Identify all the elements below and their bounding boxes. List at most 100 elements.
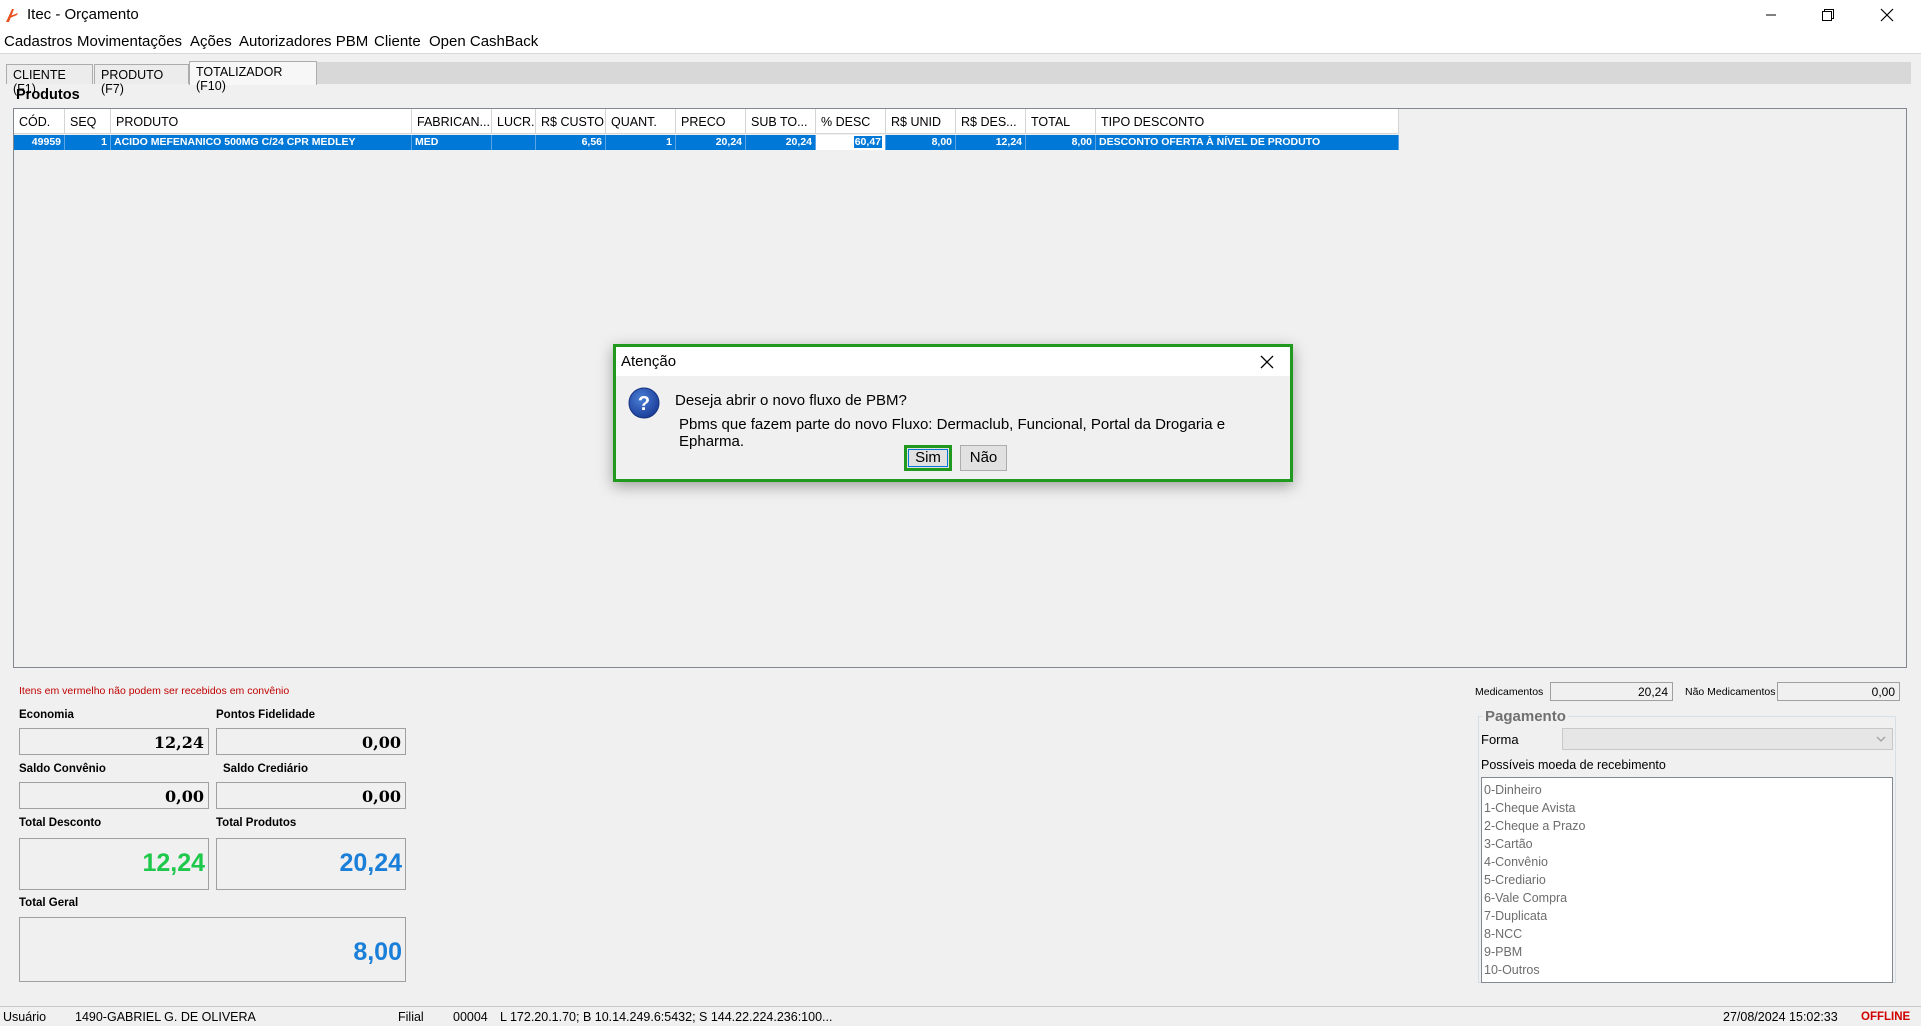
col-lucro[interactable]: LUCR. [492, 109, 536, 134]
nao-medicamentos-field: 0,00 [1777, 682, 1900, 701]
cell-preco: 20,24 [676, 135, 746, 150]
cell-subtotal: 20,24 [746, 135, 816, 150]
tab-strip-background [317, 62, 1911, 84]
pbm-dialog: Atenção ? Deseja abrir o novo fluxo de P… [613, 344, 1293, 482]
minimize-button[interactable] [1742, 0, 1799, 30]
cell-seq: 1 [65, 135, 111, 150]
usuario-label: Usuário [3, 1010, 47, 1024]
cell-quant: 1 [606, 135, 676, 150]
list-item[interactable]: 9-PBM [1484, 943, 1892, 961]
col-tipo-desconto[interactable]: TIPO DESCONTO [1096, 109, 1399, 134]
dialog-message: Deseja abrir o novo fluxo de PBM? [675, 392, 907, 409]
menu-cadastros[interactable]: Cadastros [4, 33, 72, 50]
list-item[interactable]: 2-Cheque a Prazo [1484, 817, 1892, 835]
list-item[interactable]: 5-Crediario [1484, 871, 1892, 889]
total-desconto-field: 12,24 [19, 838, 209, 890]
tab-produto[interactable]: PRODUTO (F7) [94, 64, 189, 96]
filial-label: Filial [398, 1010, 424, 1024]
col-fabricante[interactable]: FABRICAN... [412, 109, 492, 134]
col-seq[interactable]: SEQ [65, 109, 111, 134]
cell-total: 8,00 [1026, 135, 1096, 150]
menu-open-cashback[interactable]: Open CashBack [429, 33, 538, 50]
col-desc-pct[interactable]: % DESC [816, 109, 886, 134]
close-icon [1880, 8, 1893, 22]
list-item[interactable]: 8-NCC [1484, 925, 1892, 943]
title-bar: Itec - Orçamento [0, 0, 1921, 30]
pontos-fidelidade-label: Pontos Fidelidade [216, 709, 316, 721]
close-window-button[interactable] [1858, 0, 1915, 30]
status-bar: Usuário 1490-GABRIEL G. DE OLIVERA Filia… [0, 1006, 1921, 1026]
tab-cliente[interactable]: CLIENTE (F1) [6, 64, 93, 96]
col-produto[interactable]: PRODUTO [111, 109, 412, 134]
list-item[interactable]: 0-Dinheiro [1484, 781, 1892, 799]
saldo-crediario-field: 0,00 [216, 782, 406, 809]
offline-status: OFFLINE [1861, 1011, 1911, 1023]
cell-desc-pct-editor[interactable]: 60,47 [816, 135, 886, 150]
forma-label: Forma [1481, 732, 1519, 747]
list-item[interactable]: 3-Cartão [1484, 835, 1892, 853]
dialog-title-bar: Atenção [616, 347, 1290, 376]
window-title: Itec - Orçamento [27, 6, 139, 23]
economia-field: 12,24 [19, 728, 209, 755]
medicamentos-label: Medicamentos [1475, 686, 1544, 698]
total-geral-field: 8,00 [19, 917, 406, 982]
table-row[interactable]: 49959 1 ACIDO MEFENANICO 500MG C/24 CPR … [14, 135, 1399, 150]
list-item[interactable]: 7-Duplicata [1484, 907, 1892, 925]
cell-fabricante: MED [412, 135, 492, 150]
cell-cod: 49959 [14, 135, 65, 150]
total-desconto-label: Total Desconto [19, 817, 102, 829]
list-item[interactable]: 1-Cheque Avista [1484, 799, 1892, 817]
col-quant[interactable]: QUANT. [606, 109, 676, 134]
economia-label: Economia [19, 709, 74, 721]
question-icon: ? [628, 387, 660, 419]
total-geral-label: Total Geral [19, 897, 79, 909]
cell-desc-pct-value: 60,47 [853, 136, 882, 148]
col-total[interactable]: TOTAL [1026, 109, 1096, 134]
list-item[interactable]: 6-Vale Compra [1484, 889, 1892, 907]
filial-value: 00004 [453, 1010, 488, 1024]
pontos-fidelidade-field: 0,00 [216, 728, 406, 755]
minimize-icon [1765, 14, 1776, 16]
dialog-title: Atenção [621, 353, 677, 370]
menu-acoes[interactable]: Ações [190, 33, 232, 50]
tab-totalizador[interactable]: TOTALIZADOR (F10) [189, 61, 317, 93]
datetime: 27/08/2024 15:02:33 [1723, 1010, 1838, 1024]
medicamentos-field: 20,24 [1550, 682, 1673, 701]
col-desconto[interactable]: R$ DES... [956, 109, 1026, 134]
restore-button[interactable] [1799, 0, 1856, 30]
moedas-list[interactable]: 0-Dinheiro 1-Cheque Avista 2-Cheque a Pr… [1481, 777, 1893, 983]
col-cod[interactable]: CÓD. [14, 109, 65, 134]
convenio-warning: Itens em vermelho não podem ser recebido… [19, 685, 290, 697]
col-unid[interactable]: R$ UNID [886, 109, 956, 134]
forma-select[interactable] [1562, 728, 1893, 750]
itec-logo-icon [6, 9, 18, 22]
menu-bar: Cadastros Movimentações Ações Autorizado… [0, 30, 1921, 54]
pagamento-title: Pagamento [1483, 708, 1568, 725]
cell-unid: 8,00 [886, 135, 956, 150]
nao-medicamentos-label: Não Medicamentos [1685, 686, 1776, 698]
cell-lucro [492, 135, 536, 150]
cell-desconto: 12,24 [956, 135, 1026, 150]
saldo-crediario-label: Saldo Crediário [223, 763, 308, 775]
nao-button[interactable]: Não [960, 445, 1007, 471]
menu-autorizadores-pbm[interactable]: Autorizadores PBM [239, 33, 368, 50]
col-subtotal[interactable]: SUB TO... [746, 109, 816, 134]
dialog-close-button[interactable] [1259, 354, 1275, 370]
list-item[interactable]: 10-Outros [1484, 961, 1892, 979]
connection-info: L 172.20.1.70; B 10.14.249.6:5432; S 144… [500, 1010, 833, 1024]
saldo-convenio-label: Saldo Convênio [19, 763, 106, 775]
sim-button[interactable]: Sim [904, 445, 952, 471]
chevron-down-icon [1876, 736, 1886, 742]
cell-produto: ACIDO MEFENANICO 500MG C/24 CPR MEDLEY [111, 135, 412, 150]
list-item[interactable]: 4-Convênio [1484, 853, 1892, 871]
total-produtos-field: 20,24 [216, 838, 406, 890]
menu-cliente[interactable]: Cliente [374, 33, 421, 50]
col-preco[interactable]: PRECO [676, 109, 746, 134]
col-custo[interactable]: R$ CUSTO [536, 109, 606, 134]
total-produtos-label: Total Produtos [216, 817, 297, 829]
cell-custo: 6,56 [536, 135, 606, 150]
cell-tipo-desconto: DESCONTO OFERTA À NÍVEL DE PRODUTO [1096, 135, 1399, 150]
restore-icon [1821, 9, 1834, 21]
menu-movimentacoes[interactable]: Movimentações [77, 33, 182, 50]
grid-header: CÓD. SEQ PRODUTO FABRICAN... LUCR. R$ CU… [14, 109, 1399, 134]
